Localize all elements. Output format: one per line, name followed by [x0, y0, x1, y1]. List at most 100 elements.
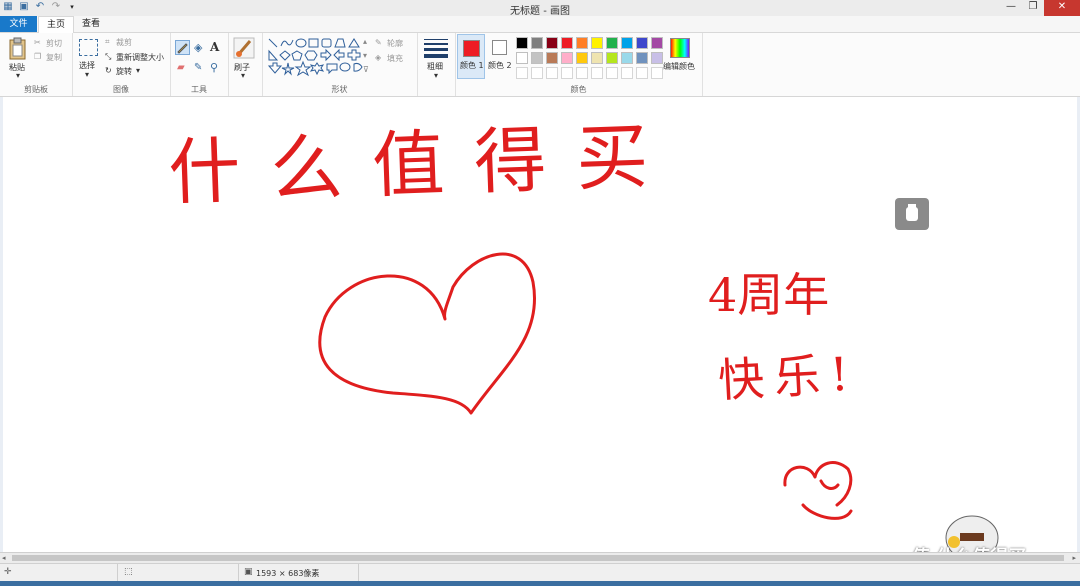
palette-swatch[interactable] [516, 37, 528, 49]
outline-icon[interactable]: ✎ [375, 38, 382, 47]
status-bar: ✛ ⬚ ▣ 1593 × 683像素 [0, 563, 1080, 582]
close-button[interactable]: ✕ [1044, 0, 1080, 16]
select-icon[interactable] [79, 39, 98, 56]
palette-swatch[interactable] [591, 37, 603, 49]
palette-swatch[interactable] [561, 52, 573, 64]
line-thickness-icon[interactable] [424, 38, 448, 58]
tools-group-label: 工具 [191, 85, 207, 94]
rotate-dropdown-icon[interactable]: ▾ [136, 66, 140, 75]
magnifier-icon[interactable]: ⚲ [210, 61, 218, 74]
brushes-dropdown-icon[interactable]: ▾ [241, 71, 245, 80]
edit-colors-button[interactable]: 编辑颜色 [663, 61, 695, 72]
paste-icon[interactable] [8, 37, 28, 61]
status-divider [358, 564, 359, 582]
crop-icon[interactable]: ⌗ [105, 37, 110, 47]
fill-bucket-icon[interactable]: ◈ [194, 41, 202, 54]
palette-swatch[interactable] [576, 37, 588, 49]
brush-icon[interactable] [233, 37, 255, 59]
palette-swatch[interactable] [561, 37, 573, 49]
custom-color-slot[interactable] [636, 67, 648, 79]
expand-icon [906, 204, 918, 221]
palette-swatch[interactable] [606, 37, 618, 49]
horizontal-scrollbar[interactable]: ◂ ▸ [0, 552, 1080, 563]
colors-group-label: 颜色 [570, 85, 587, 94]
rotate-icon[interactable]: ↻ [105, 66, 112, 75]
crop-button[interactable]: 裁剪 [116, 37, 132, 48]
restore-button[interactable]: ❐ [1022, 0, 1044, 16]
edit-colors-icon[interactable] [670, 38, 690, 58]
custom-color-slot[interactable] [591, 67, 603, 79]
palette-swatch[interactable] [591, 52, 603, 64]
color2-swatch[interactable] [492, 40, 507, 55]
scroll-left-icon[interactable]: ◂ [2, 554, 6, 562]
palette-swatch[interactable] [651, 37, 663, 49]
shapes-group-label: 形状 [331, 85, 348, 94]
custom-color-slot[interactable] [576, 67, 588, 79]
cut-icon[interactable]: ✂ [34, 38, 41, 47]
palette-swatch[interactable] [621, 37, 633, 49]
brushes-group: 刷子 ▾ [228, 33, 263, 96]
palette-swatch[interactable] [576, 52, 588, 64]
tab-view[interactable]: 查看 [74, 16, 108, 32]
cursor-position-icon: ✛ [4, 567, 12, 577]
canvas-anniversary-drawing: 4周年 [708, 268, 830, 322]
rotate-button[interactable]: 旋转 [116, 66, 132, 77]
palette-swatch[interactable] [546, 52, 558, 64]
smiley-drawing [783, 461, 853, 520]
palette-swatch[interactable] [636, 52, 648, 64]
paste-dropdown-icon[interactable]: ▾ [16, 71, 20, 80]
status-divider [117, 564, 118, 582]
shapes-more-icon[interactable]: ⊽ [363, 65, 369, 74]
copy-icon[interactable]: ❐ [34, 52, 41, 61]
shapes-scroll-down-icon[interactable]: ▾ [363, 51, 367, 60]
text-tool-icon[interactable]: A [210, 40, 219, 54]
cut-button[interactable]: 剪切 [46, 38, 62, 49]
custom-color-slot[interactable] [531, 67, 543, 79]
palette-swatch[interactable] [531, 52, 543, 64]
copy-button[interactable]: 复制 [46, 52, 62, 63]
fullscreen-toggle-button[interactable] [895, 198, 929, 230]
palette-swatch[interactable] [546, 37, 558, 49]
shapes-gallery[interactable] [266, 37, 366, 79]
ribbon: 粘贴 ▾ ✂ 剪切 ❐ 复制 剪贴板 选择 ▾ ⌗ 裁剪 ⤡ 重新调整大小 ↻ … [0, 33, 1080, 97]
custom-color-slot[interactable] [546, 67, 558, 79]
canvas-size-icon: ▣ [244, 567, 253, 577]
image-group: 选择 ▾ ⌗ 裁剪 ⤡ 重新调整大小 ↻ 旋转 ▾ 图像 [72, 33, 171, 96]
select-dropdown-icon[interactable]: ▾ [85, 70, 89, 79]
smiley-mouth-drawing [819, 479, 840, 490]
minimize-button[interactable]: — [1000, 0, 1022, 16]
palette-swatch[interactable] [606, 52, 618, 64]
selection-size-icon: ⬚ [124, 567, 133, 577]
drawing-canvas[interactable]: 什么值得买 4周年 快乐! [3, 97, 1077, 552]
scroll-right-icon[interactable]: ▸ [1072, 554, 1076, 562]
color-picker-icon[interactable]: ✎ [194, 62, 202, 73]
resize-button[interactable]: 重新调整大小 [116, 52, 164, 63]
custom-color-slot[interactable] [621, 67, 633, 79]
color1-selector[interactable] [457, 34, 485, 79]
palette-swatch[interactable] [636, 37, 648, 49]
fill-button[interactable]: 填充 [387, 53, 403, 64]
tab-file[interactable]: 文件 [0, 16, 37, 32]
custom-color-slot[interactable] [516, 67, 528, 79]
horizontal-scroll-thumb[interactable] [12, 555, 1064, 561]
fill-icon[interactable]: ◈ [375, 53, 381, 62]
window-controls: — ❐ ✕ [1000, 0, 1080, 16]
shapes-group: ▴ ▾ ⊽ ✎ 轮廓 ◈ 填充 形状 [262, 33, 418, 96]
custom-color-slot[interactable] [561, 67, 573, 79]
palette-swatch[interactable] [531, 37, 543, 49]
custom-color-slot[interactable] [651, 67, 663, 79]
outline-button[interactable]: 轮廓 [387, 38, 403, 49]
canvas-happy-drawing: 快乐! [716, 346, 860, 408]
resize-icon[interactable]: ⤡ [105, 52, 111, 62]
size-dropdown-icon[interactable]: ▾ [434, 71, 438, 80]
color2-label: 颜色 2 [488, 61, 512, 70]
eraser-icon[interactable]: ▰ [177, 62, 185, 73]
palette-swatch[interactable] [621, 52, 633, 64]
palette-swatch[interactable] [651, 52, 663, 64]
image-group-label: 图像 [113, 85, 129, 94]
tab-home[interactable]: 主页 [38, 16, 74, 33]
shapes-scroll-up-icon[interactable]: ▴ [363, 37, 367, 46]
pencil-icon[interactable] [175, 40, 190, 55]
palette-swatch[interactable] [516, 52, 528, 64]
custom-color-slot[interactable] [606, 67, 618, 79]
